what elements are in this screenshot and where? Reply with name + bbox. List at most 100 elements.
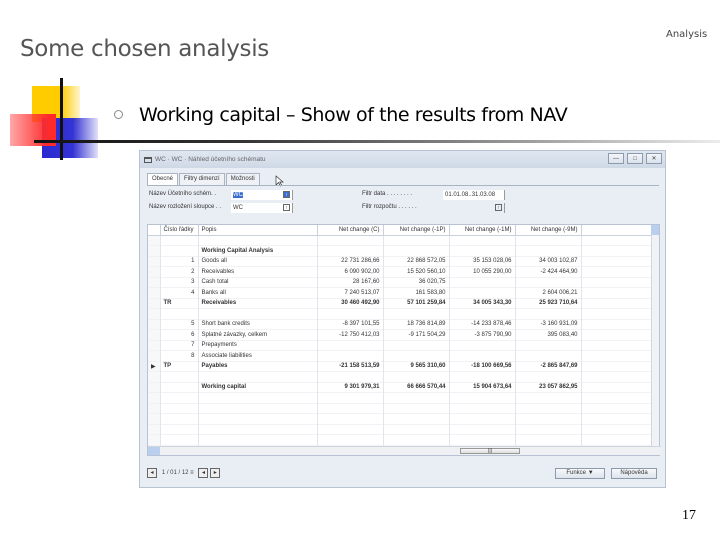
dropdown-arrow-icon: ▼ xyxy=(587,470,594,476)
row-selector[interactable] xyxy=(148,350,161,361)
table-row[interactable]: 2 Receivables 6 090 902,00 15 520 560,10 10 … xyxy=(148,266,654,277)
table-row[interactable]: 7 Prepayments xyxy=(148,340,654,351)
row-selector[interactable] xyxy=(148,308,161,319)
table-row[interactable] xyxy=(148,434,654,445)
close-button[interactable]: ✕ xyxy=(646,153,662,164)
row-selector[interactable] xyxy=(148,329,161,340)
row-selector[interactable] xyxy=(148,287,161,298)
table-row[interactable] xyxy=(148,424,654,435)
row-selector[interactable] xyxy=(148,266,161,277)
next-period-button[interactable]: ▸ xyxy=(210,468,221,478)
first-period-button[interactable]: ◂ xyxy=(147,468,157,478)
functions-button[interactable]: Funkce ▼ xyxy=(555,468,605,479)
table-row[interactable]: Working capital 9 301 979,31 66 666 570,44… xyxy=(148,382,654,393)
row-selector[interactable]: ▶ xyxy=(148,361,161,372)
cell-net-change-1p: 22 868 572,05 xyxy=(383,256,450,267)
lookup-icon[interactable]: ↑ xyxy=(283,191,290,198)
cell-net-change-9m xyxy=(515,308,582,319)
cell-net-change-c xyxy=(317,308,384,319)
cell-empty xyxy=(581,413,654,424)
cell-net-change-1m: 10 055 290,00 xyxy=(449,266,516,277)
budget-filter-input[interactable]: ↑ xyxy=(443,203,505,213)
cell-net-change-9m xyxy=(515,424,582,435)
bullet-text: Working capital – Show of the results fr… xyxy=(139,104,568,126)
vertical-scrollbar[interactable] xyxy=(651,225,659,447)
table-row[interactable]: 6 Splatné závazky, celkem -12 750 412,03 -9… xyxy=(148,329,654,340)
cell-description xyxy=(198,403,318,414)
restore-button[interactable]: □ xyxy=(627,153,643,164)
column-header-net-change-1p[interactable]: Net change (-1P) xyxy=(383,225,450,236)
help-button[interactable]: Nápověda xyxy=(611,468,657,479)
results-table: Číslo řádky Popis Net change (C) Net cha… xyxy=(148,225,654,446)
cell-net-change-9m xyxy=(515,403,582,414)
column-header-row-no[interactable]: Číslo řádky xyxy=(160,225,199,236)
table-row[interactable] xyxy=(148,403,654,414)
tab-dimension-filters[interactable]: Filtry dimenzí xyxy=(179,173,225,185)
row-selector[interactable] xyxy=(148,392,161,403)
column-header-net-change-9m[interactable]: Net change (-9M) xyxy=(515,225,582,236)
lookup-icon[interactable]: ↑ xyxy=(283,204,290,211)
cell-net-change-1p xyxy=(383,235,450,246)
cell-net-change-1p: -9 171 504,29 xyxy=(383,329,450,340)
row-selector[interactable] xyxy=(148,235,161,246)
table-row[interactable] xyxy=(148,308,654,319)
row-selector[interactable] xyxy=(148,245,161,256)
cell-row-no xyxy=(160,371,199,382)
previous-period-button[interactable]: ◂ xyxy=(198,468,209,478)
row-selector[interactable] xyxy=(148,424,161,435)
row-selector[interactable] xyxy=(148,413,161,424)
date-filter-input[interactable]: 01.01.08..31.03.08 xyxy=(443,190,505,200)
table-row[interactable]: 3 Cash total 28 167,60 36 020,75 xyxy=(148,277,654,288)
cell-net-change-9m xyxy=(515,340,582,351)
cell-net-change-9m xyxy=(515,245,582,256)
column-layout-input[interactable]: WC ↑ xyxy=(231,203,293,213)
table-row[interactable]: 8 Associate liabilities xyxy=(148,350,654,361)
window-footer: ◂ 1 / 01 / 12 ≡ ◂ ▸ Funkce ▼ Nápověda xyxy=(147,468,660,482)
minimize-button[interactable]: — xyxy=(608,153,624,164)
row-selector[interactable] xyxy=(148,382,161,393)
row-selector[interactable] xyxy=(148,256,161,267)
tab-general[interactable]: Obecné xyxy=(147,173,179,185)
table-row[interactable]: TR Receivables 30 460 492,90 57 101 259,84 3… xyxy=(148,298,654,309)
table-row[interactable]: 1 Goods all 22 731 286,66 22 868 572,05 35 1… xyxy=(148,256,654,267)
column-header-net-change-1m[interactable]: Net change (-1M) xyxy=(449,225,516,236)
window-titlebar[interactable]: WC · WC · Náhled účetního schématu xyxy=(140,151,665,168)
cell-net-change-1m: 34 005 343,30 xyxy=(449,298,516,309)
cell-description: Goods all xyxy=(198,256,318,267)
tab-options[interactable]: Možnosti xyxy=(225,173,260,185)
cell-row-no xyxy=(160,235,199,246)
horizontal-scrollbar[interactable]: ||| xyxy=(148,446,661,455)
table-row[interactable]: 4 Banks all 7 240 513,07 161 583,80 2 604 00… xyxy=(148,287,654,298)
date-filter-label: Filtr data . . . . . . . . xyxy=(362,191,413,197)
cell-empty xyxy=(581,371,654,382)
cell-net-change-c xyxy=(317,235,384,246)
row-selector[interactable] xyxy=(148,277,161,288)
table-row[interactable] xyxy=(148,392,654,403)
table-row[interactable]: ▶ TP Payables -21 158 513,59 9 565 310,60 -18… xyxy=(148,361,654,372)
table-row[interactable] xyxy=(148,235,654,246)
cell-net-change-1m xyxy=(449,340,516,351)
column-header-description[interactable]: Popis xyxy=(198,225,318,236)
schema-name-input[interactable]: WC ↑ xyxy=(231,190,293,200)
table-row[interactable]: Working Capital Analysis xyxy=(148,245,654,256)
row-selector[interactable] xyxy=(148,298,161,309)
horizontal-scroll-thumb[interactable]: ||| xyxy=(460,448,520,454)
table-row[interactable] xyxy=(148,413,654,424)
cell-net-change-9m xyxy=(515,235,582,246)
cell-row-no: TP xyxy=(160,361,199,372)
cell-net-change-1p: 36 020,75 xyxy=(383,277,450,288)
table-row[interactable]: 5 Short bank credits -8 397 101,55 18 736 8… xyxy=(148,319,654,330)
row-selector[interactable] xyxy=(148,371,161,382)
column-header-net-change-c[interactable]: Net change (C) xyxy=(317,225,384,236)
cell-description xyxy=(198,392,318,403)
row-selector[interactable] xyxy=(148,340,161,351)
table-row[interactable] xyxy=(148,371,654,382)
row-selector[interactable] xyxy=(148,434,161,445)
cell-net-change-1m xyxy=(449,392,516,403)
cell-net-change-1p: 15 520 560,10 xyxy=(383,266,450,277)
lookup-icon[interactable]: ↑ xyxy=(495,204,502,211)
cell-net-change-c: -8 397 101,55 xyxy=(317,319,384,330)
row-selector[interactable] xyxy=(148,319,161,330)
cell-net-change-c: -21 158 513,59 xyxy=(317,361,384,372)
row-selector[interactable] xyxy=(148,403,161,414)
